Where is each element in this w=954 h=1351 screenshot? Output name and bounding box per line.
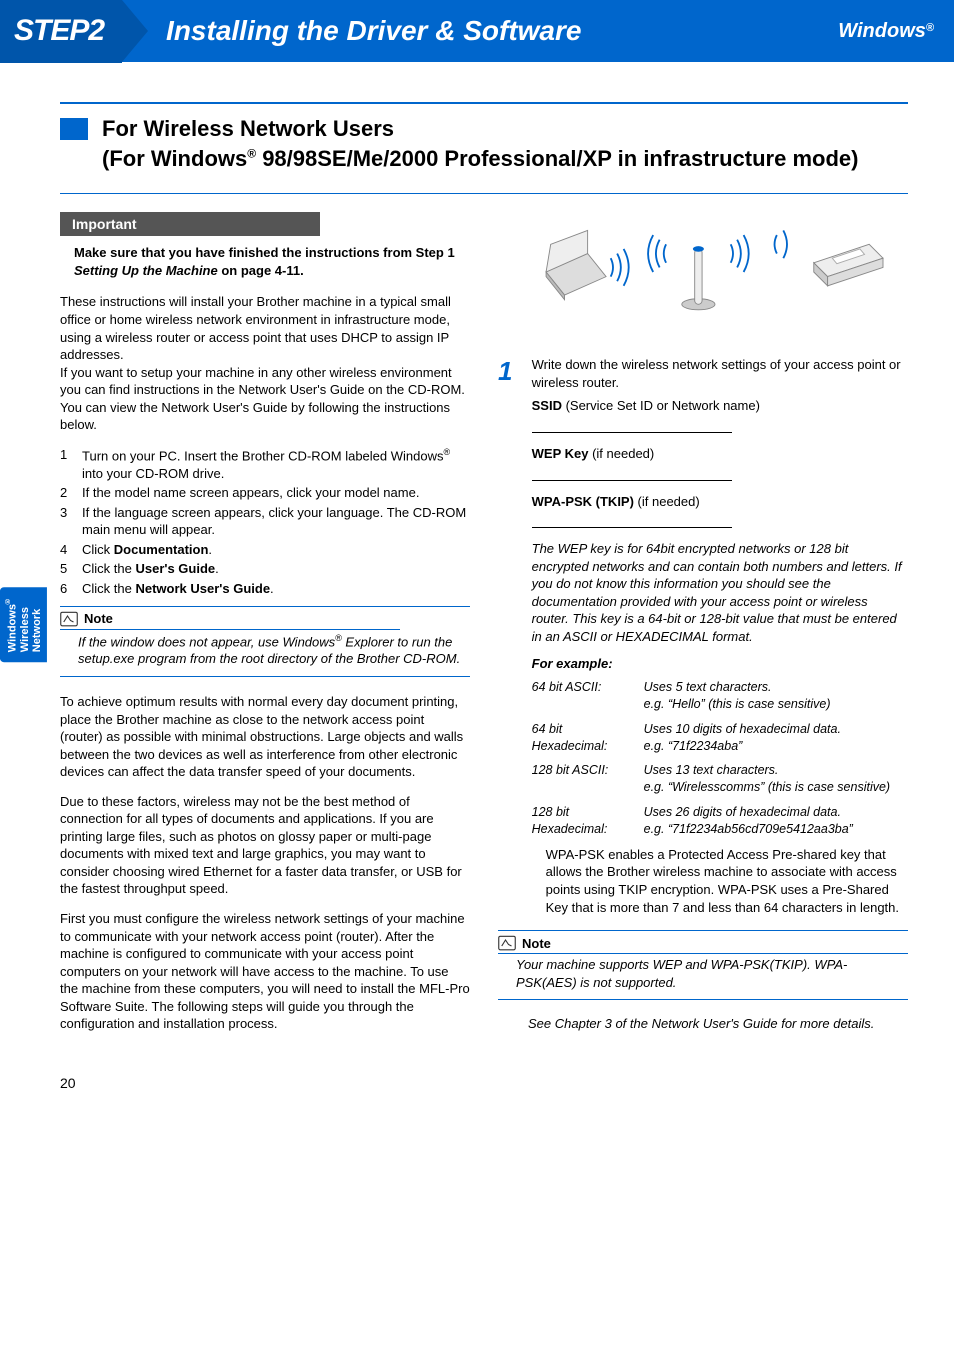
page-number: 20 (60, 1075, 908, 1091)
printer-icon (814, 245, 883, 287)
note-head: Note (498, 935, 908, 954)
table-row: 64 bit Hexadecimal: Uses 10 digits of he… (532, 721, 902, 755)
header-os: Windows® (838, 20, 934, 43)
step-number: 1 (498, 356, 528, 387)
ssid-field: SSID (Service Set ID or Network name) (532, 397, 902, 415)
page-body: Windows® Wireless Network For Wireless N… (0, 62, 954, 1111)
table-row: 64 bit ASCII: Uses 5 text characters. e.… (532, 679, 902, 713)
right-column: 1 Write down the wireless network settin… (498, 212, 908, 1044)
example-table: 64 bit ASCII: Uses 5 text characters. e.… (532, 679, 902, 838)
columns: Important Make sure that you have finish… (60, 212, 908, 1044)
step-label: STEP2 (0, 0, 122, 63)
list-item: 6Click the Network User's Guide. (60, 580, 470, 598)
important-box: Important Make sure that you have finish… (60, 212, 470, 293)
wpa-explain: WPA-PSK enables a Protected Access Pre-s… (532, 846, 902, 916)
note-body: If the window does not appear, use Windo… (60, 632, 470, 668)
left-column: Important Make sure that you have finish… (60, 212, 470, 1044)
factors-paragraph: Due to these factors, wireless may not b… (60, 793, 470, 898)
section-title: For Wireless Network Users (For Windows®… (102, 114, 858, 173)
list-item: 2If the model name screen appears, click… (60, 484, 470, 502)
header-title: Installing the Driver & Software (166, 15, 838, 47)
list-item: 3If the language screen appears, click y… (60, 504, 470, 539)
wep-field: WEP Key (if needed) (532, 445, 902, 463)
wep-explain: The WEP key is for 64bit encrypted netwo… (532, 540, 902, 645)
list-item: 4Click Documentation. (60, 541, 470, 559)
note-block-2: Note Your machine supports WEP and WPA-P… (498, 930, 908, 1000)
see-more: See Chapter 3 of the Network User's Guid… (498, 1016, 908, 1031)
top-rule (60, 102, 908, 104)
wep-blank (532, 467, 732, 481)
arrow-icon (122, 0, 148, 62)
table-row: 128 bit ASCII: Uses 13 text characters. … (532, 762, 902, 796)
table-row: 128 bit Hexadecimal: Uses 26 digits of h… (532, 804, 902, 838)
os-name: Windows (838, 20, 926, 42)
registered-icon: ® (926, 22, 934, 34)
view-guide-list: 1Turn on your PC. Insert the Brother CD-… (60, 446, 470, 598)
side-tab: Windows® Wireless Network (0, 587, 47, 662)
note-body: Your machine supports WEP and WPA-PSK(TK… (498, 956, 908, 991)
important-text: Make sure that you have finished the ins… (60, 236, 470, 293)
wave-icon (775, 231, 787, 259)
placement-paragraph: To achieve optimum results with normal e… (60, 693, 470, 781)
step-1: 1 Write down the wireless network settin… (498, 356, 908, 924)
wpa-blank (532, 514, 732, 528)
intro-p1: These instructions will install your Bro… (60, 293, 470, 433)
access-point-icon (682, 247, 715, 311)
section-marker-icon (60, 118, 88, 140)
header-bar: STEP2 Installing the Driver & Software W… (0, 0, 954, 62)
list-item: 1Turn on your PC. Insert the Brother CD-… (60, 446, 470, 482)
configure-paragraph: First you must configure the wireless ne… (60, 910, 470, 1033)
wpa-field: WPA-PSK (TKIP) (if needed) (532, 493, 902, 511)
list-item: 5Click the User's Guide. (60, 560, 470, 578)
wireless-diagram (498, 212, 908, 332)
ssid-blank (532, 419, 732, 433)
note-icon (498, 935, 516, 951)
wave-icon (611, 249, 629, 286)
note-head: Note (60, 611, 400, 630)
step-content: Write down the wireless network settings… (532, 356, 902, 924)
important-label: Important (60, 212, 320, 236)
laptop-icon (546, 231, 606, 300)
mid-rule (60, 193, 908, 194)
note-icon (60, 611, 78, 627)
example-label: For example: (532, 655, 902, 673)
section-head: For Wireless Network Users (For Windows®… (60, 114, 908, 173)
note-block-1: Note If the window does not appear, use … (60, 606, 470, 677)
